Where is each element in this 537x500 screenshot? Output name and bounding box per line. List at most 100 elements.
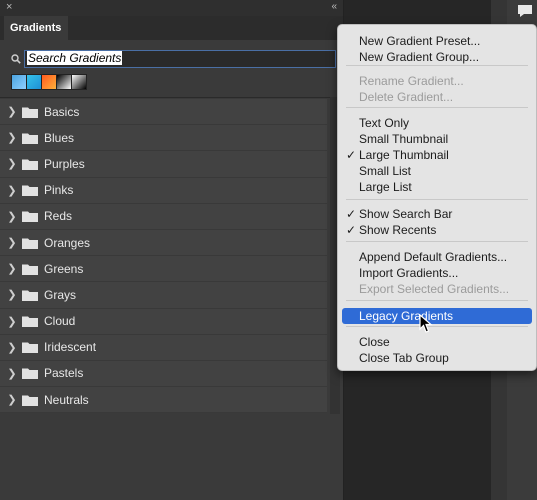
folder-icon <box>22 264 38 275</box>
menu-item-label: Append Default Gradients... <box>359 250 508 264</box>
chevron-right-icon[interactable]: ❯ <box>2 341 22 354</box>
menu-item-label: Text Only <box>359 116 410 130</box>
search-input[interactable]: Search Gradients <box>24 50 336 68</box>
menu-item-close[interactable]: Close <box>342 334 532 350</box>
gradient-group-label: Greens <box>44 261 84 276</box>
gradient-group-row[interactable]: ❯ Oranges <box>0 229 327 257</box>
mouse-cursor-icon <box>419 314 433 333</box>
collapse-icon[interactable]: « <box>331 1 336 12</box>
menu-item-label: Rename Gradient... <box>359 74 464 88</box>
search-icon <box>11 54 21 64</box>
menu-item-text-only[interactable]: Text Only <box>342 115 532 131</box>
folder-icon <box>22 185 38 197</box>
gradient-group-row[interactable]: ❯ Greens <box>0 256 327 283</box>
menu-item-label: Close Tab Group <box>359 351 449 365</box>
gradient-group-label: Iridescent <box>44 340 97 355</box>
chevron-right-icon[interactable]: ❯ <box>2 262 22 275</box>
folder-icon <box>22 211 38 223</box>
menu-item-large-list[interactable]: Large List <box>342 179 532 195</box>
menu-item-append-default-gradients[interactable]: Append Default Gradients... <box>342 249 532 265</box>
folder-icon <box>22 368 38 380</box>
chevron-right-icon[interactable]: ❯ <box>2 131 22 144</box>
chevron-right-icon[interactable]: ❯ <box>2 105 22 118</box>
menu-item-label: Show Search Bar <box>359 207 453 221</box>
chevron-right-icon[interactable]: ❯ <box>2 210 22 223</box>
menu-separator <box>346 199 528 200</box>
gradient-group-row[interactable]: ❯ Neutrals <box>0 387 327 414</box>
chevron-right-icon[interactable]: ❯ <box>2 288 22 301</box>
recent-swatch-black-white[interactable] <box>56 74 72 90</box>
recent-swatch-cyan[interactable] <box>26 74 42 90</box>
menu-item-label: Legacy Gradients <box>359 309 454 323</box>
menu-separator <box>346 300 528 301</box>
menu-item-close-tab-group[interactable]: Close Tab Group <box>342 350 532 366</box>
menu-item-rename-gradient: Rename Gradient... <box>342 73 532 89</box>
recent-swatch-orange[interactable] <box>41 74 57 90</box>
gradient-group-row[interactable]: ❯ Pastels <box>0 360 327 388</box>
menu-separator <box>346 65 528 66</box>
menu-item-label: Large Thumbnail <box>359 148 449 162</box>
menu-separator <box>346 241 528 242</box>
gradient-group-row[interactable]: ❯ Purples <box>0 151 327 178</box>
menu-item-label: New Gradient Group... <box>359 50 480 64</box>
gradient-group-label: Cloud <box>44 314 76 329</box>
menu-item-label: Close <box>359 335 390 349</box>
gradients-panel: × « Gradients Search Gradients ❯ Basics ❯ B… <box>0 0 344 500</box>
checkmark-icon: ✓ <box>346 148 357 162</box>
panel-topbar: × « <box>0 0 343 16</box>
gradient-group-label: Pastels <box>44 366 84 381</box>
menu-item-label: Small List <box>359 164 412 178</box>
menu-item-export-selected-gradients: Export Selected Gradients... <box>342 281 532 297</box>
search-input-value: Search Gradients <box>27 51 123 65</box>
tab-gradients[interactable]: Gradients <box>4 16 68 40</box>
menu-item-large-thumbnail[interactable]: ✓ Large Thumbnail <box>342 147 532 163</box>
search-bar: Search Gradients <box>0 44 343 70</box>
comment-icon[interactable] <box>517 4 533 18</box>
menu-item-label: Large List <box>359 180 412 194</box>
close-icon[interactable]: × <box>6 1 12 13</box>
folder-icon <box>22 238 38 249</box>
gradient-group-row[interactable]: ❯ Basics <box>0 99 327 126</box>
chevron-right-icon[interactable]: ❯ <box>2 393 22 406</box>
chevron-right-icon[interactable]: ❯ <box>2 315 22 328</box>
gradient-group-list: ❯ Basics ❯ Blues ❯ Purples ❯ Pinks ❯ Reds ❯ Oranges… <box>0 99 327 414</box>
folder-icon <box>22 316 38 328</box>
menu-item-label: Small Thumbnail <box>359 132 449 146</box>
menu-item-label: New Gradient Preset... <box>359 34 481 48</box>
menu-item-show-recents[interactable]: ✓ Show Recents <box>342 222 532 238</box>
recent-swatch-blue[interactable] <box>11 74 27 90</box>
gradient-group-row[interactable]: ❯ Blues <box>0 125 327 152</box>
recent-swatch-white-black[interactable] <box>71 74 87 90</box>
menu-item-small-thumbnail[interactable]: Small Thumbnail <box>342 131 532 147</box>
checkmark-icon: ✓ <box>346 207 357 221</box>
gradient-group-label: Reds <box>44 209 73 224</box>
folder-icon <box>22 395 38 406</box>
gradient-group-row[interactable]: ❯ Pinks <box>0 177 327 204</box>
menu-item-small-list[interactable]: Small List <box>342 163 532 179</box>
chevron-right-icon[interactable]: ❯ <box>2 157 22 170</box>
gradient-group-row[interactable]: ❯ Grays <box>0 282 327 309</box>
chevron-right-icon[interactable]: ❯ <box>2 236 22 249</box>
chevron-right-icon[interactable]: ❯ <box>2 184 22 197</box>
menu-item-label: Delete Gradient... <box>359 90 454 104</box>
menu-item-new-gradient-preset[interactable]: New Gradient Preset... <box>342 33 532 49</box>
menu-separator <box>346 326 528 327</box>
menu-item-label: Export Selected Gradients... <box>359 282 510 296</box>
menu-item-import-gradients[interactable]: Import Gradients... <box>342 265 532 281</box>
divider <box>0 97 330 98</box>
panel-tabs: Gradients <box>0 16 343 40</box>
gradient-group-label: Neutrals <box>44 392 89 407</box>
folder-icon <box>22 107 38 118</box>
menu-item-legacy-gradients[interactable]: Legacy Gradients <box>342 308 532 324</box>
gradient-group-label: Blues <box>44 130 75 145</box>
chevron-right-icon[interactable]: ❯ <box>2 367 22 380</box>
menu-item-new-gradient-group[interactable]: New Gradient Group... <box>342 49 532 65</box>
gradient-group-row[interactable]: ❯ Iridescent <box>0 334 327 361</box>
panel-flyout-menu: New Gradient Preset... New Gradient Group… <box>337 24 537 371</box>
folder-icon <box>22 342 38 354</box>
menu-item-delete-gradient: Delete Gradient... <box>342 89 532 105</box>
gradient-group-row[interactable]: ❯ Reds <box>0 203 327 230</box>
gradient-group-row[interactable]: ❯ Cloud <box>0 308 327 335</box>
menu-item-show-search-bar[interactable]: ✓ Show Search Bar <box>342 206 532 222</box>
menu-separator <box>346 107 528 108</box>
